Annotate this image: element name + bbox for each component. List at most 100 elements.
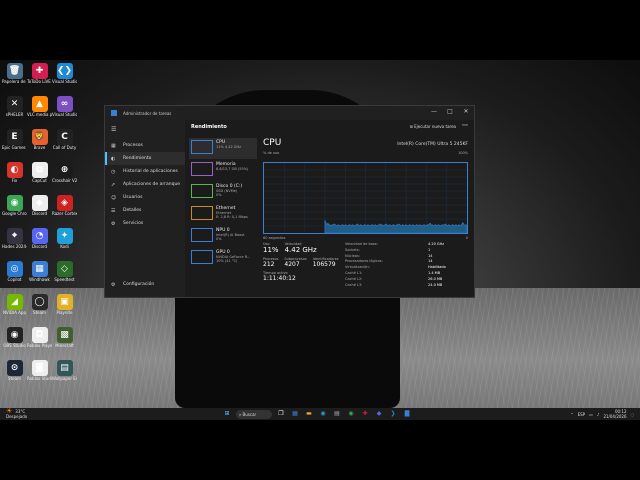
discord-icon[interactable]: ◆ <box>374 409 384 419</box>
app-icon: ▩ <box>56 327 73 343</box>
edge-icon[interactable]: ◉ <box>318 409 328 419</box>
sidebar-item-label: Aplicaciones de arranque <box>123 182 181 187</box>
desktop-icon[interactable]: ◢ NVIDIA App <box>2 294 27 315</box>
widgets-icon[interactable]: ▦ <box>290 409 300 419</box>
store-icon[interactable]: ▤ <box>332 409 342 419</box>
sparkline <box>191 184 213 198</box>
sidebar-item-procesos[interactable]: ▦ Procesos <box>105 139 185 152</box>
title-bar[interactable]: Administrador de tareas — □ ✕ <box>105 106 474 120</box>
spec-label: Caché L3: <box>345 282 363 287</box>
start-icon[interactable]: ⊞ <box>222 409 232 419</box>
task-manager-taskbar-icon[interactable]: ▇ <box>402 409 412 419</box>
desktop-icon[interactable]: 🗑Papelera de reciclaje <box>2 63 27 84</box>
desktop-icon[interactable]: ❮❯Visual Studio Code <box>52 63 77 84</box>
desktop-icon[interactable]: EEpic Games Launcher <box>2 129 27 150</box>
more-options-icon[interactable]: ⋯ <box>462 122 468 129</box>
vscode-icon[interactable]: ❯ <box>388 409 398 419</box>
desktop-icon[interactable]: ◙ Roblox Studio <box>27 360 52 381</box>
desktop-icon[interactable]: ▤Wallpaper Engine <box>52 360 77 381</box>
desktop-icon-label: Minecraft <box>55 343 74 348</box>
desktop-icon[interactable]: 🦁 Brave <box>27 129 52 150</box>
perf-item-sub: NVIDIA GeForce R... 10% (41 °C) <box>216 255 251 263</box>
sidebar-item-settings[interactable]: ⚙ Configuración <box>105 278 185 291</box>
perf-item-gpu[interactable]: GPU 0 NVIDIA GeForce R... 10% (41 °C) <box>189 248 257 269</box>
nav-icon: ▦ <box>111 142 116 149</box>
app-icon: ✕ <box>6 96 23 112</box>
minimize-button[interactable]: — <box>426 106 442 118</box>
spec-value: 24.0 MB <box>428 282 443 287</box>
desktop-icon-label: Discord <box>31 211 48 216</box>
network-icon[interactable]: ▭ <box>589 412 593 417</box>
desktop-icon[interactable]: ✕ sPHELER <box>2 96 27 117</box>
sidebar-item-aplicaciones-de-arranque[interactable]: ➚ Aplicaciones de arranque <box>105 178 185 191</box>
sidebar: ☰ ▦ Procesos ◐ Rendimiento ◷ Historial de apl… <box>105 120 185 297</box>
volume-icon[interactable]: ♪ <box>597 412 600 417</box>
sidebar-item-label: Usuarios <box>123 195 143 200</box>
desktop-icon[interactable]: ◐ Fix <box>2 162 27 183</box>
sidebar-item-servicios[interactable]: ⚙ Servicios <box>105 217 185 230</box>
desktop-icon[interactable]: ∞ Visual Studio <box>52 96 77 117</box>
sidebar-item-rendimiento[interactable]: ◐ Rendimiento <box>105 152 185 165</box>
desktop-icon-label: OBS Studio <box>3 343 26 348</box>
app-icon: ◘ <box>31 327 48 343</box>
run-new-task-button[interactable]: ⊞ Ejecutar nueva tarea <box>409 124 456 129</box>
app-icon: ⧉ <box>31 162 48 178</box>
desktop-icon-label: Windhawk <box>29 277 50 282</box>
desktop-icon-label: Hades 2024-2025-2 <box>2 244 27 249</box>
search-box[interactable]: ⌕ Buscar <box>236 409 272 419</box>
desktop-icon[interactable]: ◆ Discord <box>27 195 52 216</box>
desktop-icon-label: Call of Duty <box>52 145 77 150</box>
chevron-up-icon[interactable]: ⌃ <box>570 412 573 417</box>
taskbar: ☀ 33°C Despejado ⊞ ⌕ Buscar ❐ ▦ ▬ ◉ ▤ ◉ … <box>0 408 640 420</box>
sidebar-item-label: Rendimiento <box>123 156 152 161</box>
desktop-icon[interactable]: ◉Google Chrome <box>2 195 27 216</box>
desktop-icon[interactable]: ◔ Discord <box>27 228 52 249</box>
perf-item-disco[interactable]: Disco 0 (C:) SSD (NVMe) 0% <box>189 182 257 203</box>
task-view-icon[interactable]: ❐ <box>276 409 286 419</box>
desktop-icon[interactable]: ▦ Windhawk <box>27 261 52 282</box>
desktop-icon-label: Discord <box>31 244 48 249</box>
app-icon[interactable]: ✚ <box>360 409 370 419</box>
language-indicator[interactable]: ESP <box>578 412 585 417</box>
desktop-icon[interactable]: ✦ Kodi <box>52 228 77 249</box>
folder-icon[interactable]: ▬ <box>304 409 314 419</box>
sidebar-item-historial-de-aplicaciones[interactable]: ◷ Historial de aplicaciones <box>105 165 185 178</box>
weather-widget[interactable]: ☀ 33°C Despejado <box>6 408 28 420</box>
desktop-icon[interactable]: ⊙ Steam <box>2 360 27 381</box>
perf-item-npu[interactable]: NPU 0 Intel(R) AI Boost 0% <box>189 226 257 247</box>
desktop-icon[interactable]: ◯ Steam <box>27 294 52 315</box>
desktop-icon[interactable]: ▣ Playnite <box>52 294 77 315</box>
desktop-icon[interactable]: ◘ Roblox Player <box>27 327 52 348</box>
desktop-icon[interactable]: ◉ OBS Studio <box>2 327 27 348</box>
util-label: % de uso <box>263 151 280 155</box>
app-icon: ⊕ <box>56 162 73 178</box>
perf-item-memoria[interactable]: Memoria 8,6/15,7 GB (55%) <box>189 160 257 181</box>
app-icon: ❮❯ <box>56 63 73 79</box>
desktop-icon[interactable]: C Call of Duty <box>52 129 77 150</box>
desktop-icon-label: CapCut <box>32 178 47 183</box>
sidebar-item-usuarios[interactable]: ☺ Usuarios <box>105 191 185 204</box>
nav-icon: ☺ <box>111 194 117 201</box>
desktop-icon[interactable]: ▩ Minecraft <box>52 327 77 348</box>
close-button[interactable]: ✕ <box>458 106 474 118</box>
desktop-icon[interactable]: ◈ Razer Cortex <box>52 195 77 216</box>
desktop-icon[interactable]: ✚ToToDo LiVE Studio <box>27 63 52 84</box>
maximize-button[interactable]: □ <box>442 106 458 118</box>
app-icon: ◉ <box>6 195 23 211</box>
desktop-icon[interactable]: ◎ Copilot <box>2 261 27 282</box>
weather-text: Despejado <box>6 414 28 419</box>
menu-icon[interactable]: ☰ <box>105 120 185 139</box>
desktop-icon[interactable]: ⊕ Crosshair V2 <box>52 162 77 183</box>
perf-item-cpu[interactable]: CPU 11% 4,42 GHz <box>189 138 257 159</box>
task-manager-window[interactable]: Administrador de tareas — □ ✕ ☰ ▦ Proceso… <box>104 105 475 298</box>
sidebar-item-detalles[interactable]: ☰ Detalles <box>105 204 185 217</box>
desktop-icon[interactable]: ⌖Hades 2024-2025-2 <box>2 228 27 249</box>
desktop-icon[interactable]: ▲VLC media player <box>27 96 52 117</box>
perf-item-ethernet[interactable]: Ethernet Ethernet E: 2,8 R: 0,1 Mbps <box>189 204 257 225</box>
chrome-icon[interactable]: ◉ <box>346 409 356 419</box>
clock[interactable]: 00:12 21/04/2026 <box>603 409 626 419</box>
desktop-icon[interactable]: ⧉ CapCut <box>27 162 52 183</box>
app-icon: ✚ <box>31 63 48 79</box>
desktop-icon[interactable]: ◇ Speedtest <box>52 261 77 282</box>
notifications-icon[interactable]: ◌ <box>631 412 635 417</box>
